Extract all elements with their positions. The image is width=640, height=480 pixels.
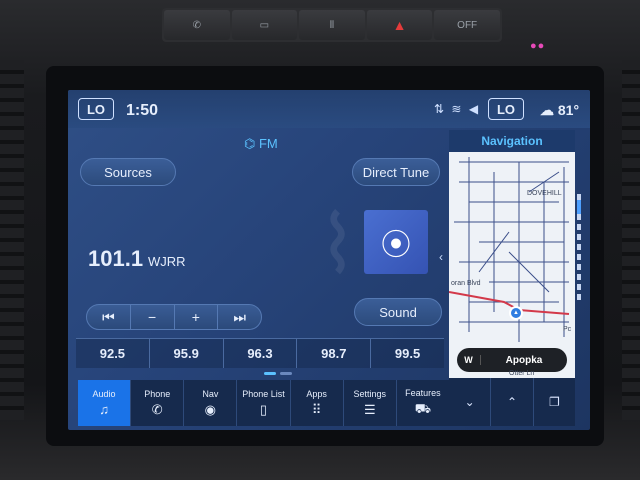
nav-apps[interactable]: Apps ⠿ [291,380,344,426]
nav-item-label: Apps [306,388,327,399]
map-streets [449,157,570,342]
truck-icon: ⛟ [414,400,432,416]
clock: 1:50 [126,102,159,119]
panel-switch-button[interactable]: ❐ [534,378,575,426]
indicator-lights: ●● [530,40,546,52]
status-icons: ⇅ ≋ ◀ [434,102,480,116]
radio-watermark-icon: ⌇ [318,200,358,289]
speaker-icon: ◀ [468,102,481,116]
tune-down-button[interactable]: − [131,305,175,329]
nav-features[interactable]: Features ⛟ [397,380,450,426]
nav-audio[interactable]: Audio ♫ [78,380,132,426]
frequency-display: 101.1 [88,246,144,271]
left-climate-button[interactable]: LO [78,98,114,120]
sources-button[interactable]: Sources [80,158,176,186]
preset-button[interactable]: 92.5 [76,339,150,368]
traction-off-button[interactable]: OFF [434,10,500,40]
chevron-left-icon[interactable]: ‹ [439,250,443,264]
right-vent [622,60,640,420]
hardware-button-bar: ✆ ▭ ⦀ ▲ OFF [162,8,502,42]
navigation-panel[interactable]: Navigation DOVEHILL oran Blvd Pc ▲ W Apo… [449,130,575,378]
nav-nav[interactable]: Nav ◉ [184,380,238,426]
hazard-icon: ▲ [392,17,407,33]
phone-icon: ✆ [192,19,201,31]
nav-item-label: Nav [202,388,219,399]
signal-icon: ⇅ [434,102,447,116]
traction-off-label: OFF [457,19,478,31]
map-label: DOVEHILL [527,190,562,197]
parking-icon: ⦀ [329,19,335,31]
radio-wave-icon: ⌬ [244,136,259,151]
tuning-controls: ⏮ − + ⏭ [86,304,262,330]
bottom-nav-bar: Audio ♫ Phone ✆ Nav ◉ Phone List ▯ Apps ⠿ Set… [78,380,450,426]
nav-item-label: Phone List [242,388,285,399]
preset-bar: 92.5 95.9 96.3 98.7 99.5 [76,338,444,368]
direct-tune-button[interactable]: Direct Tune [352,158,440,186]
current-location-icon: ▲ [509,306,523,320]
nav-item-label: Features [405,387,441,398]
camera-icon: ▭ [259,19,270,31]
destination-name: Apopka [505,354,543,366]
band-label: FM [258,136,278,151]
left-vent [0,60,24,420]
status-bar: LO 1:50 ⇅ ≋ ◀ LO ☁ 81° [68,90,590,128]
temperature-value: 81° [557,102,580,118]
preset-button[interactable]: 96.3 [224,339,298,368]
weather-icon: ☁ [540,102,558,118]
seek-back-button[interactable]: ⏮ [87,305,131,329]
scrollbar-thumb[interactable] [577,200,581,214]
destination-chip[interactable]: W Apopka [457,348,567,372]
map-view[interactable]: DOVEHILL oran Blvd Pc ▲ W Apopka Otter L… [449,152,575,378]
smartphone-icon: ▯ [259,401,268,417]
nav-phone[interactable]: Phone ✆ [131,380,185,426]
tune-up-button[interactable]: + [175,305,219,329]
panel-expand-button[interactable]: ⌃ [491,378,534,426]
nav-settings[interactable]: Settings ☰ [344,380,397,426]
page-indicator [264,372,292,375]
wifi-icon: ≋ [451,102,464,116]
map-label: Pc [563,326,572,333]
chevron-up-icon: ⌃ [506,395,518,409]
page-dot [280,372,292,375]
nav-phone-list[interactable]: Phone List ▯ [237,380,291,426]
compass-icon: ◉ [204,401,217,417]
panel-scrollbar[interactable] [577,194,581,304]
nav-item-label: Settings [353,388,387,399]
map-label: Otter Ln [509,370,535,377]
band-indicator: ⌬ FM [244,136,278,152]
panel-collapse-button[interactable]: ⌄ [449,378,492,426]
panel-controls: ⌄ ⌃ ❐ [449,378,575,426]
phone-icon: ✆ [151,401,163,417]
phone-hw-button[interactable]: ✆ [164,10,230,40]
radio-antenna-icon: ⦿ [364,210,428,274]
heading-direction: W [457,355,481,365]
parking-hw-button[interactable]: ⦀ [299,10,365,40]
settings-sliders-icon: ☰ [363,401,376,417]
music-note-icon: ♫ [99,402,109,417]
camera-hw-button[interactable]: ▭ [231,10,298,40]
dashboard: ✆ ▭ ⦀ ▲ OFF ●● LO 1:50 ⇅ ≋ ◀ LO ☁ 81° ⌬ … [0,0,640,480]
page-dot-active [264,372,276,375]
sound-button[interactable]: Sound [354,298,442,326]
nav-item-label: Audio [92,389,116,399]
apps-grid-icon: ⠿ [311,401,322,417]
map-label: oran Blvd [451,280,481,287]
right-climate-button[interactable]: LO [488,98,524,120]
station-name: WJRR [148,254,186,269]
preset-button[interactable]: 99.5 [371,339,444,368]
chevron-down-icon: ⌄ [464,395,475,409]
preset-button[interactable]: 98.7 [297,339,372,368]
navigation-title: Navigation [449,130,575,152]
outside-temperature: ☁ 81° [540,102,579,119]
preset-button[interactable]: 95.9 [150,339,224,368]
infotainment-screen: LO 1:50 ⇅ ≋ ◀ LO ☁ 81° ⌬ FM Sources Dire… [68,90,590,430]
seek-forward-button[interactable]: ⏭ [218,305,261,329]
nav-item-label: Phone [144,388,171,399]
hazard-button[interactable]: ▲ [366,10,433,40]
copy-icon: ❐ [548,395,560,409]
